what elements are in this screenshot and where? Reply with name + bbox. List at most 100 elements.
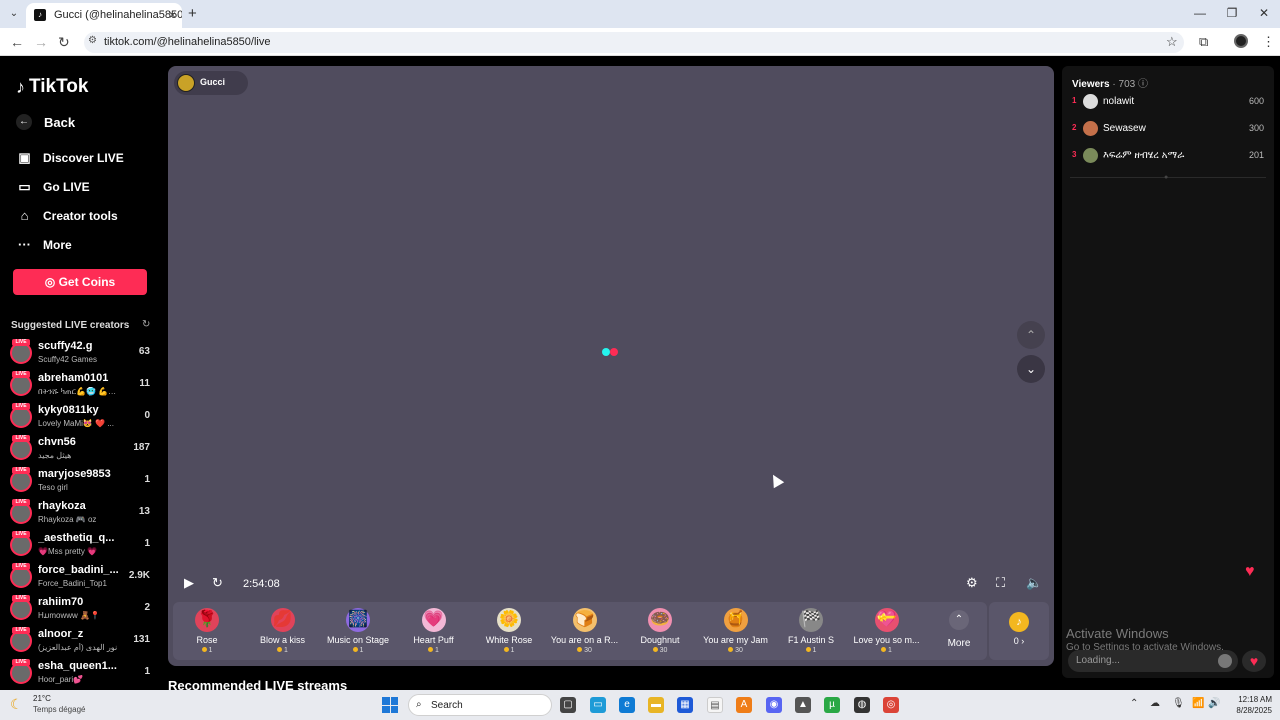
creator-row[interactable]: LIVE rahiim70 Hມmowww 🧸📍 2	[10, 594, 158, 624]
restore-icon[interactable]: ❐	[1216, 0, 1248, 28]
profile-avatar[interactable]	[1234, 34, 1248, 48]
gift-item[interactable]: 💗 Heart Puff 1	[397, 608, 471, 654]
viewers-title: Viewers · 703 ⓘ	[1072, 75, 1148, 90]
emoji-icon[interactable]	[1218, 654, 1232, 668]
bookmark-star-icon[interactable]: ☆	[1166, 34, 1178, 50]
taskbar-clock[interactable]: 12:18 AM 8/28/2025	[1222, 694, 1272, 716]
back-button[interactable]: ← Back	[16, 114, 75, 130]
gift-price-value: 1	[510, 647, 515, 654]
nav-creator-tools[interactable]: ⌂ Creator tools	[16, 208, 118, 223]
creator-row[interactable]: LIVE maryjose9853 Teso girl 1	[10, 466, 158, 496]
store-icon[interactable]: ▦	[677, 697, 693, 713]
gift-price-value: 1	[208, 647, 213, 654]
tab-list-chevron-icon[interactable]: ⌄	[6, 6, 22, 22]
creator-row[interactable]: LIVE abreham0101 በትንሹ ካጠር💪🥶 💪🌚... 11	[10, 370, 158, 400]
wifi-icon[interactable]: 📶	[1192, 698, 1204, 709]
gift-price: 30	[548, 647, 622, 654]
extensions-icon[interactable]: ⧉	[1199, 34, 1208, 50]
notepad-icon[interactable]: ▤	[707, 697, 723, 713]
creator-row[interactable]: LIVE scuffy42.g Scuffy42 Games 63	[10, 338, 158, 368]
tiktok-note-icon: ♪	[16, 76, 25, 97]
minimize-icon[interactable]: —	[1184, 0, 1216, 28]
gift-name: Doughnut	[640, 635, 680, 645]
speaker-icon[interactable]: 🔊	[1208, 698, 1220, 709]
gift-item[interactable]: 🍩 Doughnut 30	[623, 608, 697, 654]
task-view-icon[interactable]: ▢	[560, 697, 576, 713]
tiktok-logo[interactable]: ♪ TikTok	[16, 76, 88, 98]
nav-discover-live[interactable]: ▣ Discover LIVE	[16, 150, 123, 166]
gift-item[interactable]: 🏁 F1 Austin S 1	[774, 608, 848, 654]
viewer-row[interactable]: 3 እፍሬም ዘብሄረ አማራ 201	[1070, 146, 1266, 166]
gift-item[interactable]: 🎆 Music on Stage 1	[321, 608, 395, 654]
creator-avatar: LIVE	[10, 467, 32, 492]
creator-row[interactable]: LIVE rhaykoza Rhaykoza 🎮 oz 13	[10, 498, 158, 528]
creator-row[interactable]: LIVE esha_queen1... Hoor_pari💕 1	[10, 658, 158, 688]
previous-stream-button[interactable]: ⌃	[1017, 321, 1045, 349]
viewer-row[interactable]: 2 Sewasew 300	[1070, 119, 1266, 139]
gift-price-value: 1	[284, 647, 288, 654]
creator-row[interactable]: LIVE _aesthetiq_q... 💗Mss pretty 💗 1	[10, 530, 158, 560]
forward-arrow-icon[interactable]: →	[34, 34, 48, 50]
gift-item[interactable]: 🍞 You are on a R... 30	[548, 608, 622, 654]
refresh-icon[interactable]: ↻	[142, 319, 150, 330]
utorrent-icon[interactable]: µ	[824, 697, 840, 713]
clock-time: 12:18 AM	[1238, 695, 1272, 704]
coin-balance-button[interactable]: ♪ 0 ›	[989, 602, 1049, 660]
viewer-row[interactable]: 1 nolawit 600	[1070, 92, 1266, 112]
photos-icon[interactable]: ▲	[795, 697, 811, 713]
next-stream-button[interactable]: ⌄	[1017, 355, 1045, 383]
new-tab-icon[interactable]: +	[188, 5, 197, 22]
start-windows-icon[interactable]	[382, 697, 398, 713]
creator-row[interactable]: LIVE kyky0811ky Lovely MaMi😻 ❤️ ... 0	[10, 402, 158, 432]
discord-icon[interactable]: ◉	[766, 697, 782, 713]
url-bar[interactable]: ⚙ tiktok.com/@helinahelina5850/live	[84, 32, 1184, 53]
host-pill[interactable]: Gucci	[174, 71, 248, 95]
reload-icon[interactable]: ↻	[58, 34, 70, 51]
app-a-icon[interactable]: A	[736, 697, 752, 713]
tray-chevron-up-icon[interactable]: ⌃	[1130, 698, 1138, 709]
like-heart-button[interactable]: ♥	[1242, 650, 1266, 672]
monitor-app-icon[interactable]: ▭	[590, 697, 606, 713]
get-coins-button[interactable]: ◎ Get Coins	[13, 269, 147, 295]
obs-icon[interactable]: ◍	[854, 697, 870, 713]
browser-menu-icon[interactable]: ⋮	[1262, 34, 1275, 50]
nav-go-live[interactable]: ▭ Go LIVE	[16, 179, 89, 195]
gift-item[interactable]: 💝 Love you so m... 1	[850, 608, 924, 654]
settings-gear-icon[interactable]: ⚙	[966, 575, 978, 591]
close-window-icon[interactable]: ✕	[1248, 0, 1280, 28]
microphone-icon[interactable]: 🎙	[1172, 698, 1185, 709]
viewer-avatar	[1083, 94, 1098, 109]
creator-viewer-count: 131	[133, 634, 150, 645]
browser-tab[interactable]: ♪ Gucci (@helinahelina5850) is LI ×	[26, 3, 182, 28]
taskbar-search[interactable]: ⌕ Search	[408, 694, 552, 716]
gift-price: 1	[774, 647, 848, 654]
gift-price-value: 30	[735, 647, 743, 654]
help-icon[interactable]: ⓘ	[1138, 79, 1148, 90]
creator-name: rhaykoza	[38, 500, 86, 512]
creator-row[interactable]: LIVE force_badini_... Force_Badini_Top1 2.9…	[10, 562, 158, 592]
nav-more[interactable]: ··· More	[16, 237, 72, 252]
gift-item[interactable]: 🌼 White Rose 1	[472, 608, 546, 654]
site-info-icon[interactable]: ⚙	[88, 35, 97, 46]
gift-item[interactable]: 🌹 Rose 1	[170, 608, 244, 654]
refresh-stream-icon[interactable]: ↻	[212, 575, 223, 591]
creator-row[interactable]: LIVE alnoor_z نور الهدى (أم عبدالعزيز) 131	[10, 626, 158, 656]
gift-item[interactable]: 💋 Blow a kiss 1	[246, 608, 320, 654]
chat-input[interactable]: Loading...	[1068, 650, 1238, 672]
more-gifts-button[interactable]: ⌃ More	[941, 610, 977, 649]
back-arrow-icon[interactable]: ←	[10, 34, 24, 50]
volume-icon[interactable]: 🔈	[1026, 575, 1042, 591]
tab-close-icon[interactable]: ×	[169, 8, 176, 22]
more-label: More	[947, 638, 971, 649]
gift-item[interactable]: 🍯 You are my Jam 30	[699, 608, 773, 654]
activate-line1: Activate Windows	[1066, 626, 1169, 641]
creator-row[interactable]: LIVE chvn56 هيثل مجيد 187	[10, 434, 158, 464]
live-video-player[interactable]: Gucci ⌃ ⌄ ▶ ↻ 2:54:08 ⚙ ⛶ 🔈 🌹 Rose 1 💋 Blow …	[168, 66, 1054, 666]
fullscreen-icon[interactable]: ⛶	[996, 575, 1005, 591]
file-explorer-icon[interactable]: ▬	[648, 697, 664, 713]
play-icon[interactable]: ▶	[184, 575, 194, 591]
edge-icon[interactable]: e	[619, 697, 635, 713]
cloud-icon[interactable]: ☁	[1150, 698, 1160, 709]
creator-viewer-count: 0	[144, 410, 150, 421]
chrome-icon[interactable]: ◎	[883, 697, 899, 713]
